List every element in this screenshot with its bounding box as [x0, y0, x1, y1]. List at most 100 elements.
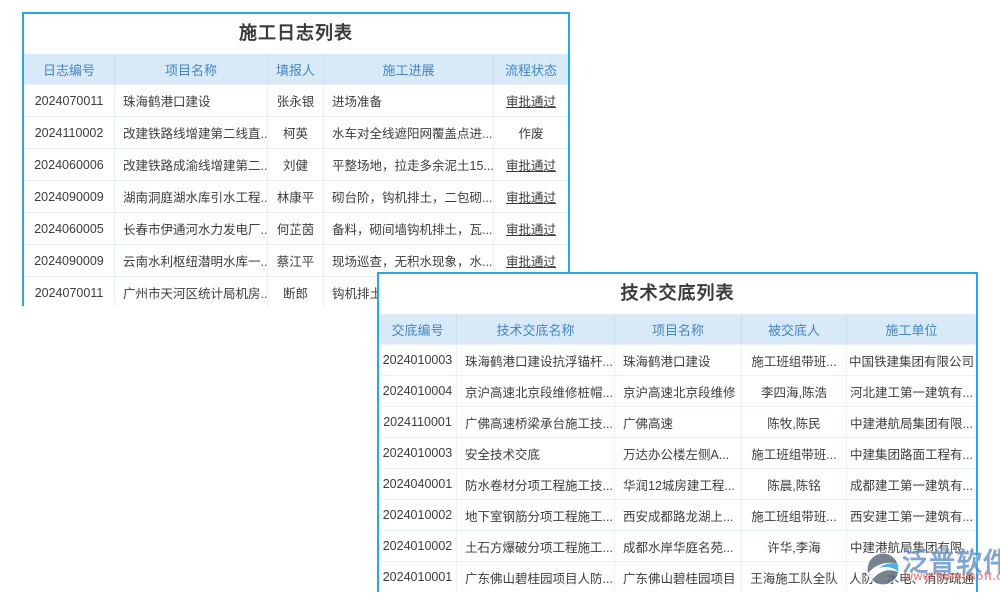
disclosure-table-row: 2024010003 安全技术交底 万达办公楼左侧A... 施工班组带班... … [379, 437, 976, 468]
log-project-link[interactable]: 长春市伊通河水力发电厂... [115, 213, 268, 244]
log-col-id: 日志编号 [24, 54, 115, 84]
log-id-link[interactable]: 2024110002 [24, 117, 115, 148]
disc-unit-text: 中建港航局集团有限... [847, 407, 976, 437]
disclosure-table-row: 2024040001 防水卷材分项工程施工技... 华润12城房建工程... 陈… [379, 468, 976, 499]
disc-name-link[interactable]: 土石方爆破分项工程施工... [457, 531, 615, 561]
construction-log-panel: 施工日志列表 日志编号 项目名称 填报人 施工进展 流程状态 202407001… [22, 12, 570, 306]
disclosure-panel-title: 技术交底列表 [379, 274, 976, 314]
disc-id-link[interactable]: 2024110001 [379, 407, 457, 437]
disc-name-link[interactable]: 安全技术交底 [457, 438, 615, 468]
disc-id-link[interactable]: 2024010001 [379, 562, 457, 592]
log-reporter-link[interactable]: 蔡江平 [268, 245, 324, 276]
log-reporter-link[interactable]: 刘健 [268, 149, 324, 180]
disc-person-text: 陈牧,陈民 [742, 407, 847, 437]
disc-name-link[interactable]: 广佛高速桥梁承台施工技... [457, 407, 615, 437]
log-project-link[interactable]: 改建铁路成渝线增建第二... [115, 149, 268, 180]
log-table-row: 2024110002 改建铁路线增建第二线直... 柯英 水车对全线遮阳网覆盖点… [24, 116, 568, 148]
disc-col-project: 项目名称 [615, 314, 742, 344]
log-col-project: 项目名称 [115, 54, 268, 84]
disc-project-link[interactable]: 京沪高速北京段维修 [615, 376, 742, 406]
log-reporter-link[interactable]: 林康平 [268, 181, 324, 212]
disc-id-link[interactable]: 2024010003 [379, 345, 457, 375]
disc-col-unit: 施工单位 [847, 314, 976, 344]
log-status-badge[interactable]: 审批通过 [494, 213, 568, 244]
log-id-link[interactable]: 2024090009 [24, 245, 115, 276]
log-col-reporter: 填报人 [268, 54, 324, 84]
log-project-link[interactable]: 云南水利枢纽潜明水库一... [115, 245, 268, 276]
disc-person-text: 许华,李海 [742, 531, 847, 561]
disc-project-link[interactable]: 万达办公楼左侧A... [615, 438, 742, 468]
disc-name-link[interactable]: 珠海鹤港口建设抗浮锚杆... [457, 345, 615, 375]
log-id-link[interactable]: 2024090009 [24, 181, 115, 212]
disc-unit-text: 中国铁建集团有限公司 [847, 345, 976, 375]
disc-id-link[interactable]: 2024010004 [379, 376, 457, 406]
disc-person-text: 施工班组带班... [742, 345, 847, 375]
disc-id-link[interactable]: 2024010003 [379, 438, 457, 468]
log-progress-text: 进场准备 [324, 85, 494, 116]
disc-name-link[interactable]: 京沪高速北京段维修桩帽... [457, 376, 615, 406]
log-reporter-link[interactable]: 何芷茵 [268, 213, 324, 244]
log-table-row: 2024060006 改建铁路成渝线增建第二... 刘健 平整场地，拉走多余泥土… [24, 148, 568, 180]
disc-unit-text: 西安建工第一建筑有... [847, 500, 976, 530]
disc-project-link[interactable]: 广东佛山碧桂园项目 [615, 562, 742, 592]
disc-id-link[interactable]: 2024040001 [379, 469, 457, 499]
disc-name-link[interactable]: 地下室钢筋分项工程施工... [457, 500, 615, 530]
log-table-row: 2024060005 长春市伊通河水力发电厂... 何芷茵 备料，砌间墙钩机排土… [24, 212, 568, 244]
log-status-badge[interactable]: 审批通过 [494, 149, 568, 180]
disc-project-link[interactable]: 华润12城房建工程... [615, 469, 742, 499]
disc-col-name: 技术交底名称 [457, 314, 615, 344]
log-progress-text: 水车对全线遮阳网覆盖点进... [324, 117, 494, 148]
log-table-row: 2024070011 珠海鹤港口建设 张永银 进场准备 审批通过 [24, 84, 568, 116]
log-id-link[interactable]: 2024060006 [24, 149, 115, 180]
disclosure-table-row: 2024110001 广佛高速桥梁承台施工技... 广佛高速 陈牧,陈民 中建港… [379, 406, 976, 437]
disc-project-link[interactable]: 西安成都路龙湖上... [615, 500, 742, 530]
log-status-badge[interactable]: 审批通过 [494, 181, 568, 212]
disc-unit-text: 中建港航局集团有限... [847, 531, 976, 561]
log-col-progress: 施工进展 [324, 54, 494, 84]
log-id-link[interactable]: 2024070011 [24, 85, 115, 116]
disclosure-table-row: 2024010004 京沪高速北京段维修桩帽... 京沪高速北京段维修 李四海,… [379, 375, 976, 406]
disc-person-text: 陈晨,陈铭 [742, 469, 847, 499]
disc-project-link[interactable]: 珠海鹤港口建设 [615, 345, 742, 375]
log-progress-text: 备料，砌间墙钩机排土，瓦... [324, 213, 494, 244]
disc-id-link[interactable]: 2024010002 [379, 531, 457, 561]
log-project-link[interactable]: 珠海鹤港口建设 [115, 85, 268, 116]
disc-col-id: 交底编号 [379, 314, 457, 344]
disc-unit-text: 人防、水电、消防疏通 [847, 562, 976, 592]
log-col-status: 流程状态 [494, 54, 568, 84]
disc-project-link[interactable]: 成都水岸华庭名苑... [615, 531, 742, 561]
log-panel-title: 施工日志列表 [24, 14, 568, 54]
disc-id-link[interactable]: 2024010002 [379, 500, 457, 530]
disc-person-text: 李四海,陈浩 [742, 376, 847, 406]
disc-name-link[interactable]: 防水卷材分项工程施工技... [457, 469, 615, 499]
log-table-row: 2024090009 湖南洞庭湖水库引水工程... 林康平 砌台阶，钩机排土，二… [24, 180, 568, 212]
log-table-header: 日志编号 项目名称 填报人 施工进展 流程状态 [24, 54, 568, 84]
technical-disclosure-panel: 技术交底列表 交底编号 技术交底名称 项目名称 被交底人 施工单位 202401… [377, 272, 978, 592]
log-reporter-link[interactable]: 断郎 [268, 277, 324, 308]
log-project-link[interactable]: 广州市天河区统计局机房... [115, 277, 268, 308]
disc-person-text: 施工班组带班... [742, 438, 847, 468]
disclosure-table-header: 交底编号 技术交底名称 项目名称 被交底人 施工单位 [379, 314, 976, 344]
disclosure-table-row: 2024010001 广东佛山碧桂园项目人防... 广东佛山碧桂园项目 王海施工… [379, 561, 976, 592]
disclosure-table-row: 2024010002 土石方爆破分项工程施工... 成都水岸华庭名苑... 许华… [379, 530, 976, 561]
log-progress-text: 平整场地，拉走多余泥土15... [324, 149, 494, 180]
disc-project-link[interactable]: 广佛高速 [615, 407, 742, 437]
log-reporter-link[interactable]: 柯英 [268, 117, 324, 148]
log-reporter-link[interactable]: 张永银 [268, 85, 324, 116]
log-progress-text: 砌台阶，钩机排土，二包砌... [324, 181, 494, 212]
log-project-link[interactable]: 湖南洞庭湖水库引水工程... [115, 181, 268, 212]
disclosure-table-row: 2024010002 地下室钢筋分项工程施工... 西安成都路龙湖上... 施工… [379, 499, 976, 530]
log-status-badge[interactable]: 审批通过 [494, 85, 568, 116]
disc-col-person: 被交底人 [742, 314, 847, 344]
log-id-link[interactable]: 2024060005 [24, 213, 115, 244]
disc-name-link[interactable]: 广东佛山碧桂园项目人防... [457, 562, 615, 592]
disc-unit-text: 成都建工第一建筑有... [847, 469, 976, 499]
disc-person-text: 王海施工队全队 [742, 562, 847, 592]
log-project-link[interactable]: 改建铁路线增建第二线直... [115, 117, 268, 148]
log-id-link[interactable]: 2024070011 [24, 277, 115, 308]
disc-person-text: 施工班组带班... [742, 500, 847, 530]
disc-unit-text: 中建集团路面工程有... [847, 438, 976, 468]
disc-unit-text: 河北建工第一建筑有... [847, 376, 976, 406]
log-status-badge: 作废 [494, 117, 568, 148]
disclosure-table-body: 2024010003 珠海鹤港口建设抗浮锚杆... 珠海鹤港口建设 施工班组带班… [379, 344, 976, 592]
